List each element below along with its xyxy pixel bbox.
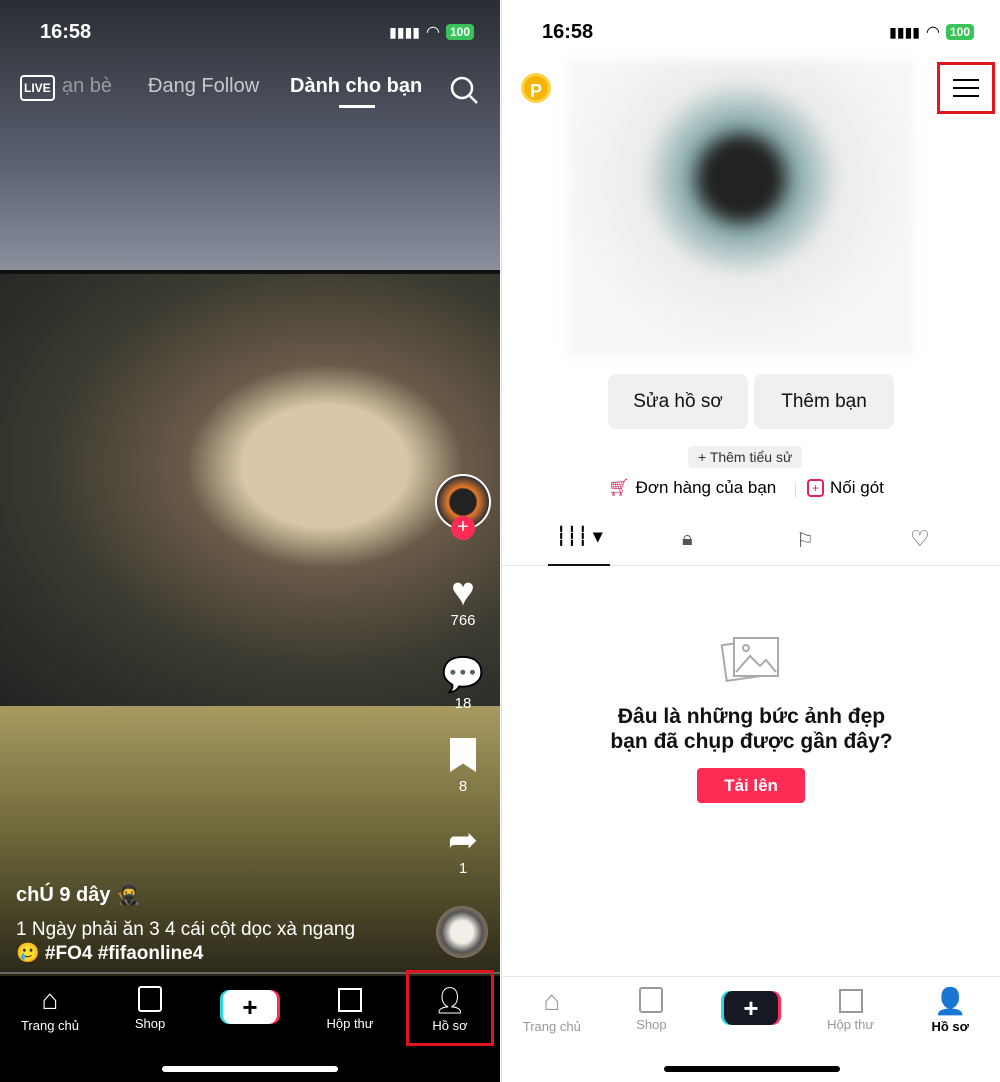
comment-button[interactable]: 💬 18 [438, 655, 488, 712]
save-button[interactable]: 8 [438, 738, 488, 795]
orders-link[interactable]: 🛒︎ Đơn hàng của bạn [608, 478, 776, 498]
follow-plus-icon[interactable]: + [451, 516, 475, 540]
bookmark-icon [450, 738, 476, 772]
shop-bag-icon [138, 986, 162, 1012]
author-name[interactable]: chÚ 9 dây 🥷 [16, 882, 141, 907]
tab-friends[interactable]: ạn bè [62, 75, 112, 98]
plus-icon: + [223, 990, 277, 1024]
status-time: 16:58 [542, 21, 594, 43]
caption-line1: 1 Ngày phải ăn 3 4 cái cột dọc xà ngang [16, 919, 356, 940]
signal-icon: ▮▮▮▮ [389, 23, 420, 40]
edit-profile-button[interactable]: Sửa hồ sơ [608, 374, 748, 429]
home-outline-icon: ⌂ [543, 985, 561, 1016]
share-count: 1 [458, 860, 468, 877]
tab-label: Trang chủ [522, 1019, 581, 1034]
bookmark-hidden-icon: ⚐ [796, 530, 814, 552]
points-badge[interactable]: P [521, 73, 551, 103]
profile-photo-blurred [568, 60, 914, 356]
photo-placeholder-icon [720, 637, 779, 683]
tab-saved[interactable]: ⚐ [796, 528, 814, 553]
tab-private[interactable]: 🔒︎ [682, 528, 693, 551]
tab-label: Shop [636, 1017, 667, 1032]
share-button[interactable]: ➦ 1 [438, 819, 488, 878]
search-icon[interactable] [449, 75, 479, 105]
cart-icon: 🛒︎ [608, 478, 630, 497]
divider [795, 482, 796, 498]
comment-icon: 💬 [441, 656, 485, 694]
empty-state-title: Đâu là những bức ảnh đẹp bạn đã chụp đượ… [502, 704, 1000, 754]
battery-icon: 100 [445, 24, 474, 40]
shop-bag-icon [639, 987, 664, 1013]
music-disc[interactable] [436, 906, 488, 958]
home-indicator [664, 1066, 840, 1072]
inbox-icon [838, 989, 863, 1013]
profile-screen: 16:58 ▮▮▮▮ ◠ 100 P Sửa hồ sơ Thêm bạn + … [501, 0, 1000, 1082]
person-filled-icon: 👤 [933, 986, 967, 1016]
save-count: 8 [458, 778, 468, 795]
share-icon: ➦ [447, 819, 479, 860]
home-icon: ⌂ [41, 984, 59, 1015]
tab-profile[interactable]: 👤 Hồ sơ [900, 977, 1000, 1082]
highlight-box-profile-tab [406, 970, 494, 1046]
feed-top-nav: LIVE ạn bè Đang Follow Dành cho bạn [0, 75, 500, 108]
live-icon[interactable]: LIVE [20, 75, 55, 101]
like-count: 766 [450, 612, 476, 629]
feed-screen: 16:58 ▮▮▮▮ ◠ 100 LIVE ạn bè Đang Follow … [0, 0, 500, 1082]
tab-following[interactable]: Đang Follow [148, 75, 259, 98]
tab-for-you[interactable]: Dành cho bạn [290, 75, 422, 98]
home-indicator [162, 1066, 338, 1072]
plus-icon: + [723, 991, 778, 1025]
creator-avatar[interactable]: + [435, 474, 491, 540]
empty-title-line2: bạn đã chụp được gần đây? [610, 730, 893, 753]
tab-label: Hồ sơ [931, 1019, 969, 1034]
wifi-icon: ◠ [426, 24, 440, 41]
extend-link[interactable]: + Nối gót [807, 478, 884, 498]
lock-icon: 🔒︎ [682, 528, 693, 550]
highlight-box-menu [937, 62, 995, 114]
tab-label: Hộp thư [326, 1016, 374, 1031]
status-time: 16:58 [40, 21, 92, 43]
active-tab-indicator [339, 105, 375, 108]
tab-videos[interactable]: ┆┆┆ ▾ [548, 526, 610, 566]
like-button[interactable]: ♥ 766 [438, 572, 488, 629]
battery-icon: 100 [945, 24, 974, 40]
add-bio-button[interactable]: + Thêm tiểu sử [688, 446, 803, 468]
heart-icon: ♥ [451, 570, 475, 614]
grid-icon: ┆┆┆ ▾ [555, 526, 603, 546]
extend-label: Nối gót [830, 478, 884, 497]
status-icons: ▮▮▮▮ ◠ 100 [889, 22, 974, 42]
inbox-icon [338, 988, 362, 1012]
wifi-icon: ◠ [926, 24, 940, 41]
add-friend-button[interactable]: Thêm bạn [754, 374, 894, 429]
video-frame[interactable] [0, 270, 500, 706]
tab-label: Trang chủ [20, 1018, 80, 1033]
tab-home[interactable]: ⌂ Trang chủ [502, 977, 602, 1082]
orders-label: Đơn hàng của bạn [635, 478, 777, 497]
heart-hidden-icon: ♡ [910, 526, 930, 551]
empty-title-line1: Đâu là những bức ảnh đẹp [617, 705, 886, 728]
tab-label: Hộp thư [827, 1017, 875, 1032]
tab-liked[interactable]: ♡ [910, 526, 930, 552]
caption-line2: 🥲 #FO4 #fifaonline4 [16, 943, 204, 964]
add-friend-label: Thêm bạn [781, 390, 867, 412]
plus-box-icon: + [807, 479, 825, 497]
status-icons: ▮▮▮▮ ◠ 100 [389, 22, 474, 42]
signal-icon: ▮▮▮▮ [889, 23, 920, 40]
tab-home[interactable]: ⌂ Trang chủ [0, 976, 100, 1082]
tab-label: Shop [134, 1016, 166, 1031]
content-tabs: ┆┆┆ ▾ 🔒︎ ⚐ ♡ [502, 526, 1000, 566]
comment-count: 18 [454, 695, 472, 712]
upload-button[interactable]: Tải lên [697, 768, 805, 803]
